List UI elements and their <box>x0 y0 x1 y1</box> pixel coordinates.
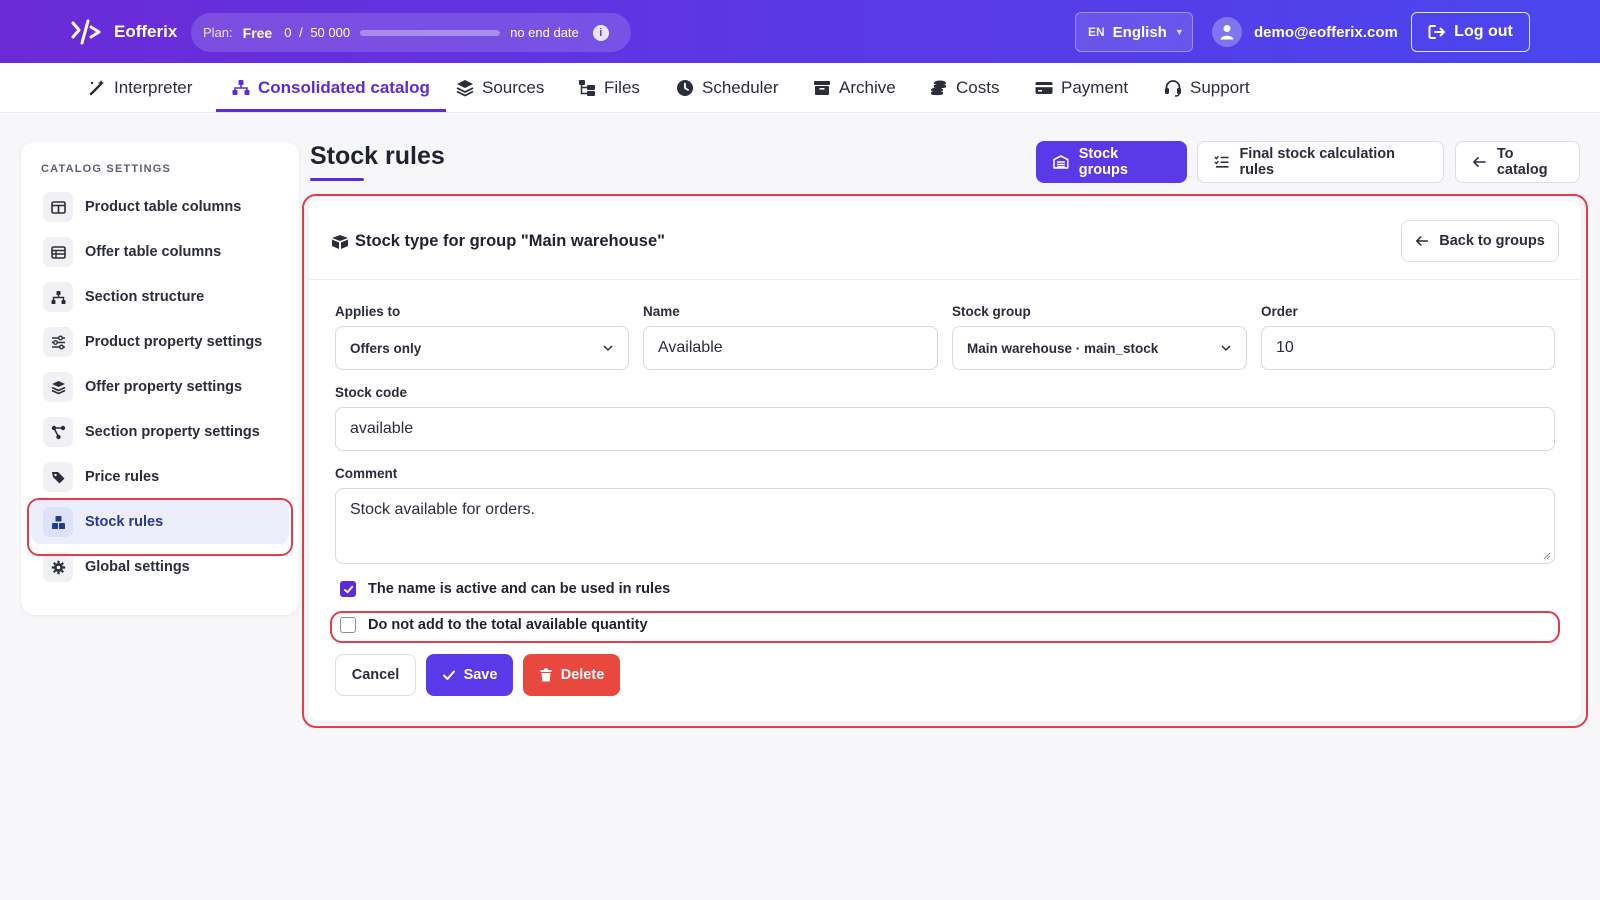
comment-textarea[interactable]: Stock available for orders. <box>335 488 1555 564</box>
nav-item-sources[interactable]: Sources <box>456 63 544 113</box>
user-email: demo@eofferix.com <box>1254 23 1398 41</box>
to-catalog-button[interactable]: To catalog <box>1455 141 1580 183</box>
final-stock-rules-button[interactable]: Final stock calculation rules <box>1197 141 1444 183</box>
nav-item-support[interactable]: Support <box>1164 63 1250 113</box>
user-icon <box>1220 25 1234 40</box>
user-menu[interactable]: demo@eofferix.com <box>1212 17 1398 47</box>
nav-item-payment[interactable]: Payment <box>1035 63 1128 113</box>
credit-card-icon <box>1035 82 1053 94</box>
archive-icon <box>814 81 830 95</box>
chevron-down-icon <box>1221 345 1231 352</box>
save-button[interactable]: Save <box>426 654 513 696</box>
sliders-icon <box>43 327 73 357</box>
logout-label: Log out <box>1454 23 1513 40</box>
stock-group-label: Stock group <box>952 304 1031 319</box>
check-icon <box>343 585 353 593</box>
clock-icon <box>677 80 693 96</box>
name-input[interactable]: Available <box>643 326 938 370</box>
chevron-down-icon <box>603 345 613 352</box>
sidebar-item-section-structure[interactable]: Section structure <box>31 275 289 319</box>
plan-indicator: Plan: Free 0 / 50 000 no end date i <box>191 13 631 52</box>
nodes-icon <box>43 417 73 447</box>
highlight-exclude-checkbox <box>330 611 1560 643</box>
plan-end-date: no end date <box>510 25 579 40</box>
layers-icon <box>43 372 73 402</box>
order-label: Order <box>1261 304 1298 319</box>
sidebar-item-offer-table-columns[interactable]: Offer table columns <box>31 230 289 274</box>
sidebar-item-section-property-settings[interactable]: Section property settings <box>31 410 289 454</box>
language-selector[interactable]: EN English ▼ <box>1075 12 1193 52</box>
comment-label: Comment <box>335 466 398 481</box>
tags-icon <box>43 462 73 492</box>
nav-item-archive[interactable]: Archive <box>813 63 896 113</box>
active-checkbox-label: The name is active and can be used in ru… <box>368 581 671 597</box>
top-bar: Eofferix Plan: Free 0 / 50 000 no end da… <box>0 0 1600 63</box>
plan-label: Plan: <box>203 25 233 40</box>
delete-button[interactable]: Delete <box>523 654 620 696</box>
brand-logo[interactable]: Eofferix <box>70 18 177 46</box>
plan-progress-bar <box>360 29 501 36</box>
plan-name: Free <box>242 24 273 41</box>
plan-usage: 0 / 50 000 <box>284 25 351 40</box>
sidebar-item-product-property-settings[interactable]: Product property settings <box>31 320 289 364</box>
folder-tree-icon <box>579 80 595 96</box>
nav-item-files[interactable]: Files <box>578 63 640 113</box>
stock-code-label: Stock code <box>335 385 408 400</box>
check-icon <box>442 670 455 680</box>
sidebar-item-offer-property-settings[interactable]: Offer property settings <box>31 365 289 409</box>
active-check-row[interactable]: The name is active and can be used in ru… <box>340 581 670 597</box>
magic-wand-icon <box>89 80 104 96</box>
nav-item-scheduler[interactable]: Scheduler <box>676 63 779 113</box>
nav-item-costs[interactable]: Costs <box>930 63 999 113</box>
sitemap-icon <box>232 80 250 95</box>
nav-item-consolidated-catalog[interactable]: Consolidated catalog <box>216 63 446 113</box>
applies-to-select[interactable]: Offers only <box>335 326 629 370</box>
page-title-underline <box>310 178 364 181</box>
sidebar-item-product-table-columns[interactable]: Product table columns <box>31 185 289 229</box>
info-icon[interactable]: i <box>592 24 609 41</box>
headset-icon <box>1165 80 1181 97</box>
sidebar-item-price-rules[interactable]: Price rules <box>31 455 289 499</box>
arrow-left-icon <box>1473 157 1486 167</box>
order-input[interactable]: 10 <box>1261 326 1555 370</box>
trash-icon <box>540 668 552 682</box>
back-to-groups-button[interactable]: Back to groups <box>1401 220 1559 262</box>
logout-icon <box>1428 25 1446 39</box>
gear-icon <box>43 552 73 582</box>
stock-code-input[interactable]: available <box>335 407 1555 451</box>
applies-to-label: Applies to <box>335 304 401 319</box>
list-check-icon <box>1214 155 1229 168</box>
brand-name: Eofferix <box>114 22 178 41</box>
coins-icon <box>931 80 946 96</box>
name-label: Name <box>643 304 680 319</box>
card-title: Stock type for group "Main warehouse" <box>331 232 665 251</box>
cancel-button[interactable]: Cancel <box>335 654 416 696</box>
boxes-icon <box>332 234 348 249</box>
logo-icon <box>71 19 101 45</box>
logout-button[interactable]: Log out <box>1411 12 1530 52</box>
nav-item-interpreter[interactable]: Interpreter <box>88 63 192 113</box>
language-code: EN <box>1088 25 1105 39</box>
resize-handle-icon[interactable] <box>1543 552 1551 560</box>
stock-groups-button[interactable]: Stock groups <box>1036 141 1187 183</box>
columns-icon <box>43 192 73 222</box>
active-checkbox[interactable] <box>340 581 356 597</box>
stock-type-card: Stock type for group "Main warehouse" Ba… <box>309 201 1581 721</box>
layers-icon <box>456 80 474 97</box>
arrow-left-icon <box>1416 236 1429 246</box>
language-name: English <box>1112 23 1167 41</box>
page-title: Stock rules <box>310 142 445 170</box>
avatar <box>1212 17 1242 47</box>
sidebar-title: CATALOG SETTINGS <box>41 163 172 175</box>
main-nav: Interpreter Consolidated catalog Sources… <box>0 63 1600 113</box>
card-header: Stock type for group "Main warehouse" Ba… <box>309 201 1581 280</box>
caret-down-icon: ▼ <box>1174 27 1184 37</box>
hierarchy-icon <box>43 282 73 312</box>
table-icon <box>43 237 73 267</box>
stock-group-select[interactable]: Main warehouse · main_stock <box>952 326 1247 370</box>
highlight-stock-rules <box>27 498 293 556</box>
warehouse-icon <box>1053 155 1069 169</box>
